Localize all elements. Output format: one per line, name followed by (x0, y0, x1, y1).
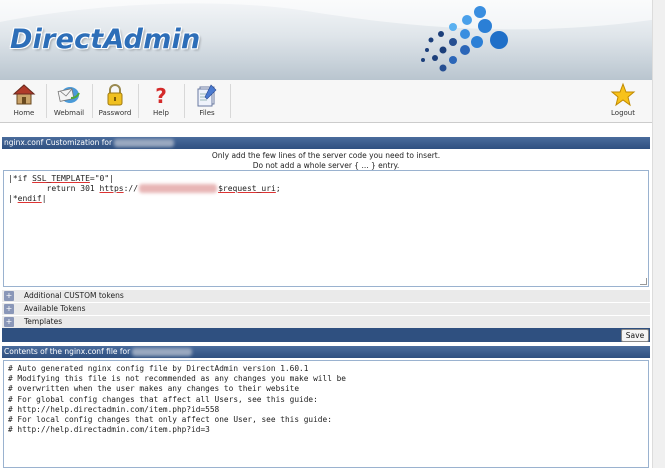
toolbar-logout-label: Logout (611, 109, 635, 117)
customization-title: nginx.conf Customization for (4, 138, 113, 147)
page-scrollbar[interactable] (652, 0, 665, 468)
star-icon (610, 82, 636, 107)
save-bar (2, 328, 650, 342)
toolbar-help-label: Help (153, 109, 169, 117)
directadmin-logo[interactable]: DirectAdmin (10, 24, 200, 55)
code-line: # Modifying this file is not recommended… (8, 374, 346, 384)
section-additional-custom-tokens[interactable]: + Additional CUSTOM tokens (2, 290, 650, 302)
question-icon: ? (155, 84, 167, 108)
editor-line: |*if SSL_TEMPLATE="0"| (8, 174, 114, 183)
contents-title: Contents of the nginx.conf file for (4, 347, 131, 356)
redacted-domain (114, 139, 175, 147)
toolbar-webmail[interactable]: Webmail (47, 80, 91, 122)
header-banner: DirectAdmin (0, 0, 665, 80)
toolbar-home[interactable]: Home (2, 80, 46, 122)
section-label: Available Tokens (24, 304, 86, 313)
editor-line: |*endif| (8, 194, 47, 203)
save-button[interactable]: Save (621, 329, 649, 342)
section-available-tokens[interactable]: + Available Tokens (2, 303, 650, 315)
toolbar-logout[interactable]: Logout (601, 80, 645, 122)
files-icon (197, 84, 217, 107)
customization-info-line-1: Only add the few lines of the server cod… (211, 151, 441, 160)
section-label: Additional CUSTOM tokens (24, 291, 124, 300)
toolbar-password[interactable]: Password (93, 80, 137, 122)
toolbar: Home Webmail Password ? Help Files Logou… (0, 80, 665, 123)
code-line: # http://help.directadmin.com/item.php?i… (8, 425, 210, 435)
redacted-domain (132, 348, 193, 356)
webmail-icon (57, 87, 80, 103)
home-icon (12, 84, 36, 105)
padlock-icon (107, 84, 123, 106)
code-line: # For global config changes that affect … (8, 394, 318, 404)
toolbar-files[interactable]: Files (185, 80, 229, 122)
toolbar-divider (230, 84, 231, 118)
resize-handle[interactable] (640, 278, 647, 285)
redacted-domain (139, 184, 218, 193)
code-line: # overwritten when the user makes any ch… (8, 384, 300, 394)
svg-text:?: ? (155, 84, 167, 108)
toolbar-help[interactable]: ? Help (139, 80, 183, 122)
nginx-custom-editor[interactable]: |*if SSL_TEMPLATE="0"| return 301 https:… (3, 170, 649, 287)
expand-icon[interactable]: + (4, 317, 14, 327)
nginx-conf-contents[interactable]: # Auto generated nginx config file by Di… (3, 360, 649, 468)
logo-dots-graphic (421, 6, 508, 72)
expand-icon[interactable]: + (4, 304, 14, 314)
toolbar-password-label: Password (98, 109, 132, 117)
expand-icon[interactable]: + (4, 291, 14, 301)
toolbar-files-label: Files (199, 109, 215, 117)
code-line: # http://help.directadmin.com/item.php?i… (8, 404, 220, 414)
toolbar-webmail-label: Webmail (53, 109, 85, 117)
section-label: Templates (24, 317, 63, 326)
code-line: # Auto generated nginx config file by Di… (8, 364, 309, 373)
contents-header-bar: Contents of the nginx.conf file for (2, 346, 650, 358)
customization-header-bar: nginx.conf Customization for (2, 137, 650, 149)
editor-line: return 301 https://$request_uri; (8, 184, 281, 193)
section-templates[interactable]: + Templates (2, 316, 650, 328)
toolbar-home-label: Home (13, 109, 35, 117)
code-line: # For local config changes that only aff… (8, 415, 332, 425)
